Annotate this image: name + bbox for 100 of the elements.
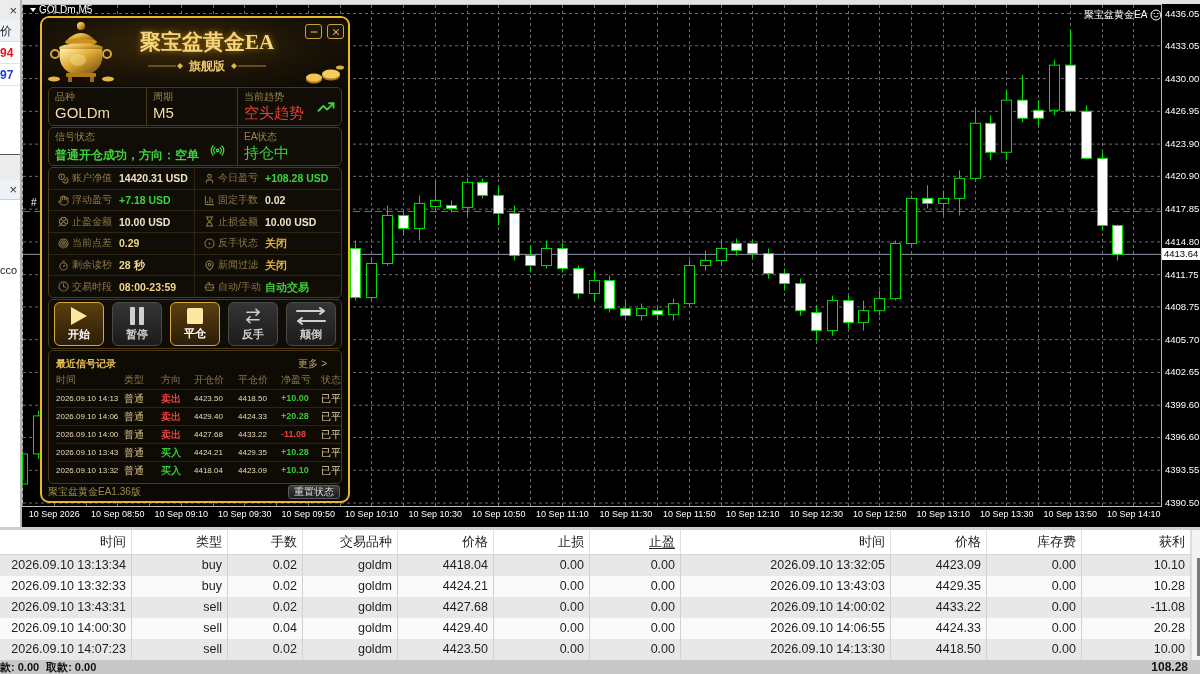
scrollbar[interactable] [1191, 530, 1200, 660]
column-header[interactable]: 库存费 [987, 530, 1082, 554]
table-cell-text: 2026.09.10 13:43 [56, 447, 120, 458]
column-header[interactable]: 价 [0, 20, 20, 42]
table-cell-text: +10.00 [281, 393, 310, 404]
field-label: 品种 [55, 91, 76, 102]
stat-value: 关闭 [265, 236, 287, 251]
close-button[interactable] [327, 24, 344, 39]
treasure-pot-drawing [48, 20, 114, 84]
stop-button[interactable]: 平仓 [170, 302, 220, 346]
column-header[interactable]: 类型 [132, 530, 228, 554]
table-cell-text: 普通 [124, 428, 145, 441]
table-row[interactable]: 2026.09.10 13:32:33 buy 0.02 goldm 4424.21 0.00 0.00 2026.09.10 13:43:03 4429.35 0.00 10.28 [0, 576, 1191, 597]
minimize-button[interactable] [305, 24, 322, 39]
pause-button[interactable]: 暂停 [112, 302, 162, 346]
table-cell: 已平 [321, 410, 341, 423]
column-header[interactable]: 价格 [398, 530, 494, 554]
candlestick [890, 240, 901, 302]
stat-value: 自动交易 [265, 279, 309, 294]
column-header[interactable]: 止损 [494, 530, 590, 554]
candlestick [446, 199, 457, 213]
swap-arrows-icon [243, 307, 263, 325]
table-cell-text: +10.10 [281, 465, 310, 476]
column-header[interactable]: 交易品种 [303, 530, 398, 554]
candlestick [382, 205, 393, 267]
ea-label: 聚宝盆黄金EA [1084, 9, 1148, 21]
table-row[interactable]: 2026.09.10 14:00:30 sell 0.04 goldm 4429.40 0.00 0.00 2026.09.10 14:06:55 4424.33 0.00 20.28 [0, 618, 1191, 639]
candlestick [525, 245, 536, 274]
pause-icon [130, 307, 144, 325]
field-label: 信号状态 [55, 131, 96, 142]
candlestick [1017, 74, 1028, 123]
withdrawal-text: 取款: 0.00 [46, 660, 97, 674]
stat-value: +108.28 USD [265, 171, 329, 186]
column-header[interactable]: 时间 [681, 530, 891, 554]
close-button[interactable]: × [9, 183, 17, 196]
candlestick [493, 184, 504, 226]
field-value: 空头趋势 [244, 103, 304, 123]
scroll-thumb[interactable] [1197, 558, 1200, 656]
ornament-icon [230, 63, 266, 69]
deposit-text: 款: 0.00 [0, 660, 40, 674]
stat-value: 关闭 [265, 258, 287, 272]
table-cell-text: 4433.22 [238, 429, 268, 440]
candlestick [716, 240, 727, 267]
price-label: 4433.05 [1165, 39, 1200, 52]
play-button[interactable]: 开始 [54, 302, 104, 346]
price-cell: 97 [0, 67, 14, 82]
column-header[interactable]: 时间 [0, 530, 132, 554]
candlestick [874, 290, 885, 317]
time-label: 10 Sep 12:10 [726, 509, 780, 520]
table-cell-text: 买入 [161, 464, 182, 477]
stat-label: 反手状态 [218, 237, 259, 250]
hourglass-icon [204, 216, 215, 228]
price-label: 4414.80 [1165, 235, 1200, 248]
candlestick [636, 303, 647, 322]
table-cell-text: 4418.50 [238, 393, 268, 404]
candlestick [763, 247, 774, 280]
smiley-icon [1150, 9, 1163, 21]
table-cell-text: 卖出 [161, 428, 182, 441]
time-label: 10 Sep 10:10 [345, 509, 399, 520]
tree-item[interactable]: cco [0, 263, 18, 277]
table-cell-text: +20.28 [281, 411, 310, 422]
more-link[interactable]: 更多 > [298, 358, 327, 370]
candlestick [811, 305, 822, 342]
panel-title: 聚宝盆黄金EA [139, 30, 275, 54]
table-cell: 已平 [321, 446, 341, 459]
stat-label: 新闻过滤 [218, 259, 259, 271]
close-button[interactable]: × [9, 3, 17, 17]
ring-dot-icon [204, 237, 215, 249]
reset-button[interactable]: 重置状态 [288, 485, 340, 499]
time-label: 10 Sep 11:50 [662, 509, 716, 520]
price-label: 4405.70 [1165, 333, 1200, 346]
trade-marker: # [31, 197, 37, 208]
table-row[interactable]: 2026.09.10 13:43:31 sell 0.02 goldm 4427.68 0.00 0.00 2026.09.10 14:00:02 4433.22 0.00 -11.08 [0, 597, 1191, 618]
table-row[interactable]: 2026.09.10 14:07:23 sell 0.02 goldm 4423.50 0.00 0.00 2026.09.10 14:13:30 4418.50 0.00 10.00 [0, 639, 1191, 660]
candlestick [843, 295, 854, 330]
current-price-label: 4413.64 [1162, 248, 1200, 261]
candlestick [858, 300, 869, 332]
stat-label: 固定手数 [218, 194, 259, 206]
stat-label: 账户净值 [72, 172, 113, 185]
stop-icon [187, 308, 203, 324]
column-header[interactable]: 手数 [228, 530, 303, 554]
field-label: 周期 [153, 91, 174, 102]
table-cell: 已平 [321, 464, 341, 477]
column-header[interactable]: 止盈 [590, 530, 681, 554]
stat-value: 10.00 USD [119, 214, 171, 229]
reverse-button[interactable]: 颠倒 [286, 302, 336, 346]
column-header[interactable]: 价格 [891, 530, 987, 554]
price-label: 4390.50 [1165, 497, 1200, 509]
candlestick [620, 300, 631, 322]
field-label: EA状态 [244, 131, 279, 142]
price-label: 4436.05 [1165, 7, 1200, 20]
table-row[interactable]: 2026.09.10 13:13:34 buy 0.02 goldm 4418.04 0.00 0.00 2026.09.10 13:32:05 4423.09 0.00 10.10 [0, 555, 1191, 576]
stat-value: 28 秒 [119, 258, 145, 272]
price-label: 4402.65 [1165, 366, 1200, 379]
swap-button[interactable]: 反手 [228, 302, 278, 346]
time-label: 10 Sep 13:50 [1043, 509, 1098, 520]
price-label: 4423.90 [1165, 138, 1200, 151]
time-label: 10 Sep 10:50 [472, 509, 526, 520]
price-label: 4399.60 [1165, 399, 1200, 412]
caret-icon[interactable] [30, 7, 36, 12]
